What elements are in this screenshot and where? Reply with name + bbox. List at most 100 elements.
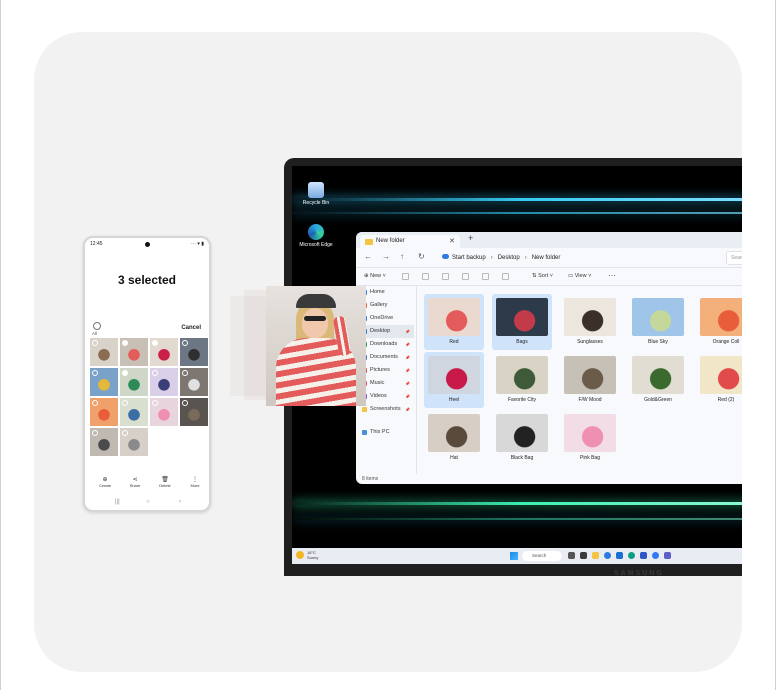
breadcrumb-item[interactable]: New folder [532, 255, 561, 261]
select-checkbox[interactable] [92, 370, 98, 376]
file-tile[interactable]: Favorite City [492, 352, 552, 408]
select-checkbox[interactable] [182, 340, 188, 346]
file-explorer-window: New folder ✕ + ← → ↑ ↻ Start backup › Desk… [356, 232, 742, 484]
photo-thumbnail[interactable] [120, 398, 148, 426]
explorer-tab[interactable]: New folder ✕ [360, 235, 460, 248]
file-explorer-icon[interactable] [592, 552, 599, 559]
rename-icon[interactable] [462, 273, 469, 280]
file-tile[interactable]: Red [424, 294, 484, 350]
paste-icon[interactable] [442, 273, 449, 280]
store-icon[interactable] [616, 552, 623, 559]
photo-thumbnail[interactable] [120, 338, 148, 366]
photo-thumbnail[interactable] [90, 368, 118, 396]
photo-thumbnail[interactable] [180, 398, 208, 426]
select-checkbox[interactable] [92, 400, 98, 406]
up-icon[interactable]: ↑ [400, 252, 404, 261]
refresh-icon[interactable]: ↻ [418, 252, 425, 261]
photo-thumbnail[interactable] [90, 398, 118, 426]
select-checkbox[interactable] [152, 400, 158, 406]
file-tile[interactable]: Bags [492, 294, 552, 350]
photo-thumbnail[interactable] [120, 368, 148, 396]
app-icon[interactable] [628, 552, 635, 559]
photo-thumbnail[interactable] [120, 428, 148, 456]
photo-thumbnail[interactable] [90, 338, 118, 366]
app-icon[interactable] [652, 552, 659, 559]
select-checkbox[interactable] [122, 340, 128, 346]
photo-thumbnail[interactable] [90, 428, 118, 456]
create-button[interactable]: ⊕ Create [93, 476, 117, 488]
weather-icon[interactable] [296, 551, 304, 559]
file-tile[interactable]: Hat [424, 410, 484, 466]
weather-widget[interactable]: 18°C Sunny [307, 550, 318, 560]
select-checkbox[interactable] [92, 430, 98, 436]
new-tab-icon[interactable]: + [468, 233, 473, 243]
file-thumbnail [564, 356, 616, 394]
delete-icon[interactable] [502, 273, 509, 280]
taskbar-search[interactable]: Search [522, 551, 562, 561]
phone-nav-bar: ||| ○ ‹ [85, 499, 209, 507]
recents-button[interactable]: ||| [115, 499, 120, 505]
select-all-checkbox[interactable] [93, 322, 101, 330]
photo-woman-red-stripes [266, 286, 366, 406]
file-tile[interactable]: Gold&Green [628, 352, 688, 408]
view-button[interactable]: ▭ View ˅ [568, 273, 591, 279]
selection-title: 3 selected [117, 273, 177, 287]
task-view-icon[interactable] [568, 552, 575, 559]
share-button[interactable]: ⋖ Share [123, 476, 147, 488]
nav-item-this-pc[interactable]: This PC [356, 426, 414, 439]
file-tile[interactable]: Pink Bag [560, 410, 620, 466]
copy-icon[interactable] [422, 273, 429, 280]
file-tile[interactable]: Heel [424, 352, 484, 408]
cancel-button[interactable]: Cancel [181, 325, 201, 331]
file-tile[interactable]: Sunglasses [560, 294, 620, 350]
breadcrumb-item[interactable]: Desktop [498, 255, 520, 261]
photo-thumbnail[interactable] [180, 338, 208, 366]
photo-thumbnail[interactable] [150, 338, 178, 366]
pin-icon: 📌 [405, 368, 410, 373]
file-name: Red [449, 339, 459, 345]
file-name: Black Bag [510, 455, 534, 461]
file-name: Orange Coll [712, 339, 740, 345]
file-tile[interactable]: Black Bag [492, 410, 552, 466]
desktop-icon-recycle-bin[interactable]: Recycle Bin [298, 182, 334, 206]
back-icon[interactable]: ← [364, 252, 372, 261]
desktop-icon-edge[interactable]: Microsoft Edge [298, 224, 334, 248]
photo-thumbnail[interactable] [150, 398, 178, 426]
start-icon[interactable] [510, 552, 518, 560]
file-tile[interactable]: F/W Mood [560, 352, 620, 408]
select-checkbox[interactable] [152, 340, 158, 346]
more-button[interactable]: ⋮ More [183, 476, 207, 488]
file-tile[interactable]: Red (2) [696, 352, 742, 408]
select-checkbox[interactable] [92, 340, 98, 346]
cut-icon[interactable] [402, 273, 409, 280]
file-tile[interactable]: Orange Coll [696, 294, 742, 350]
sort-button[interactable]: ⇅ Sort ˅ [532, 273, 553, 279]
dragged-photo[interactable] [230, 286, 372, 406]
back-button[interactable]: ‹ [179, 499, 181, 505]
breadcrumb-item[interactable]: Start backup [452, 255, 486, 261]
teams-icon[interactable] [664, 552, 671, 559]
more-button[interactable]: ··· [608, 271, 616, 280]
search-input[interactable]: Searc [726, 251, 742, 265]
select-checkbox[interactable] [182, 400, 188, 406]
close-icon[interactable]: ✕ [449, 235, 455, 248]
select-checkbox[interactable] [122, 400, 128, 406]
mail-icon[interactable] [640, 552, 647, 559]
select-checkbox[interactable] [152, 370, 158, 376]
breadcrumb[interactable]: Start backup › Desktop › New folder [438, 251, 728, 265]
new-button[interactable]: ⊕ New ˅ [364, 273, 386, 279]
widgets-icon[interactable] [580, 552, 587, 559]
select-checkbox[interactable] [182, 370, 188, 376]
photo-thumbnail[interactable] [150, 368, 178, 396]
cloud-icon [442, 254, 449, 259]
select-checkbox[interactable] [122, 430, 128, 436]
file-tile[interactable]: Blue Sky [628, 294, 688, 350]
delete-button[interactable]: 🗑 Delete [153, 476, 177, 488]
select-checkbox[interactable] [122, 370, 128, 376]
home-button[interactable]: ○ [146, 499, 150, 505]
photo-thumbnail[interactable] [180, 368, 208, 396]
forward-icon[interactable]: → [382, 252, 390, 261]
edge-taskbar-icon[interactable] [604, 552, 611, 559]
select-all-label: All [92, 331, 98, 336]
share-icon[interactable] [482, 273, 489, 280]
